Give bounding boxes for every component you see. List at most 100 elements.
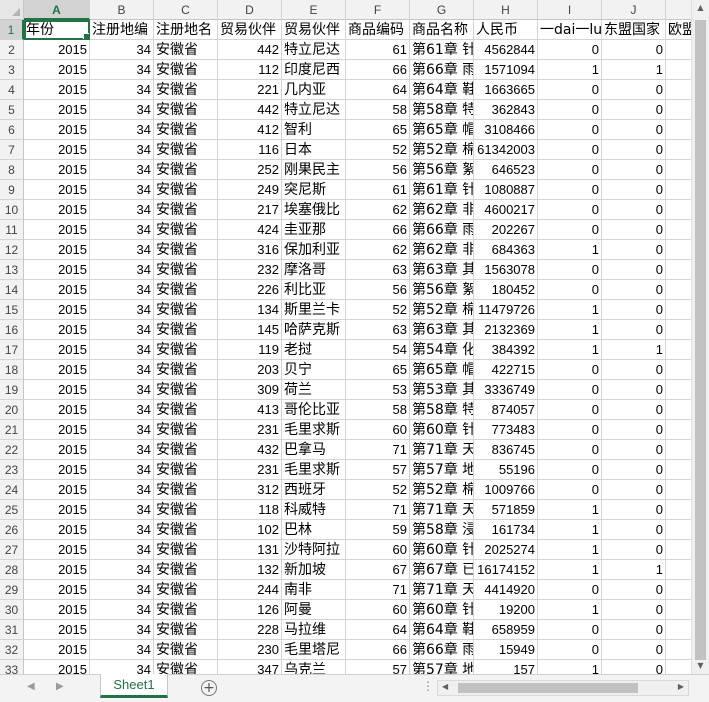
cell[interactable] [666, 320, 691, 340]
cell[interactable]: 2015 [24, 320, 90, 340]
cell[interactable]: 66 [346, 640, 410, 660]
cell[interactable]: 2015 [24, 180, 90, 200]
scroll-up-icon[interactable]: ▲ [692, 0, 709, 16]
cell[interactable]: 科威特 [282, 500, 346, 520]
cell[interactable]: 2015 [24, 440, 90, 460]
horizontal-scrollbar[interactable]: ◀ ▶ [437, 680, 689, 696]
cell[interactable]: 0 [538, 100, 602, 120]
cell[interactable]: 0 [538, 140, 602, 160]
row-header[interactable]: 16 [0, 320, 24, 340]
cell[interactable]: 52 [346, 140, 410, 160]
cell[interactable]: 58 [346, 100, 410, 120]
cell[interactable]: 安徽省 [154, 480, 218, 500]
column-header-g[interactable]: G [410, 0, 474, 20]
cell[interactable]: 第66章 雨 [410, 60, 474, 80]
cell[interactable]: 第58章 特 [410, 100, 474, 120]
cell[interactable]: 第66章 雨 [410, 640, 474, 660]
cell[interactable] [666, 140, 691, 160]
cell[interactable]: 第62章 非 [410, 240, 474, 260]
cell[interactable] [666, 240, 691, 260]
scroll-right-icon[interactable]: ▶ [678, 682, 684, 691]
cell[interactable]: 第54章 化 [410, 340, 474, 360]
cell[interactable]: 63 [346, 320, 410, 340]
cell[interactable]: 11479726 [474, 300, 538, 320]
cell[interactable] [666, 360, 691, 380]
cell[interactable]: 347 [218, 660, 282, 674]
cell[interactable]: 新加坡 [282, 560, 346, 580]
row-header[interactable]: 32 [0, 640, 24, 660]
row-header[interactable]: 21 [0, 420, 24, 440]
cell[interactable]: 34 [90, 320, 154, 340]
cell[interactable]: 年份 [24, 20, 90, 40]
cell[interactable]: 1 [538, 240, 602, 260]
cell[interactable]: 422715 [474, 360, 538, 380]
cell[interactable]: 62 [346, 200, 410, 220]
cell[interactable]: 乌克兰 [282, 660, 346, 674]
cell[interactable]: 注册地编 [90, 20, 154, 40]
cell[interactable]: 安徽省 [154, 420, 218, 440]
cell[interactable]: 34 [90, 220, 154, 240]
cell[interactable]: 2025274 [474, 540, 538, 560]
cell[interactable]: 1 [538, 320, 602, 340]
cell[interactable]: 571859 [474, 500, 538, 520]
cell[interactable]: 63 [346, 260, 410, 280]
cell[interactable]: 特立尼达 [282, 40, 346, 60]
cell[interactable]: 安徽省 [154, 540, 218, 560]
cell[interactable]: 34 [90, 200, 154, 220]
cell[interactable]: 第56章 絮 [410, 280, 474, 300]
cell[interactable]: 第61章 针 [410, 40, 474, 60]
cell[interactable]: 2015 [24, 260, 90, 280]
cell[interactable]: 第65章 帽 [410, 360, 474, 380]
cell[interactable]: 毛里求斯 [282, 420, 346, 440]
next-sheet-icon[interactable]: ▶ [56, 681, 64, 692]
cell[interactable]: 217 [218, 200, 282, 220]
cell[interactable]: 东盟国家 [602, 20, 666, 40]
cell[interactable]: 0 [538, 360, 602, 380]
cell[interactable]: 0 [602, 220, 666, 240]
cell[interactable]: 安徽省 [154, 660, 218, 674]
cell[interactable] [666, 220, 691, 240]
row-header[interactable]: 15 [0, 300, 24, 320]
cell[interactable]: 0 [602, 260, 666, 280]
cell[interactable]: 0 [538, 200, 602, 220]
cell[interactable]: 0 [602, 440, 666, 460]
cell[interactable] [666, 260, 691, 280]
cell[interactable]: 几内亚 [282, 80, 346, 100]
cell[interactable]: 商品名称 [410, 20, 474, 40]
cell[interactable]: 2015 [24, 380, 90, 400]
cell[interactable]: 2015 [24, 460, 90, 480]
cell[interactable]: 第65章 帽 [410, 120, 474, 140]
cell[interactable]: 53 [346, 380, 410, 400]
cell[interactable]: 2015 [24, 640, 90, 660]
cell[interactable]: 安徽省 [154, 500, 218, 520]
cell[interactable]: 第52章 棉 [410, 480, 474, 500]
cell[interactable]: 34 [90, 580, 154, 600]
cell[interactable]: 64 [346, 620, 410, 640]
cell[interactable]: 34 [90, 40, 154, 60]
cell[interactable]: 印度尼西 [282, 60, 346, 80]
cell[interactable]: 0 [602, 600, 666, 620]
cell[interactable]: 0 [538, 580, 602, 600]
cell[interactable]: 2015 [24, 540, 90, 560]
cell[interactable]: 安徽省 [154, 40, 218, 60]
cell[interactable]: 安徽省 [154, 80, 218, 100]
row-header[interactable]: 10 [0, 200, 24, 220]
cell[interactable]: 0 [602, 180, 666, 200]
cell[interactable]: 贝宁 [282, 360, 346, 380]
cell[interactable]: 34 [90, 180, 154, 200]
column-header-k[interactable] [666, 0, 691, 20]
cell[interactable]: 摩洛哥 [282, 260, 346, 280]
cell[interactable]: 1 [602, 560, 666, 580]
cell[interactable]: 第60章 针 [410, 540, 474, 560]
cell[interactable]: 57 [346, 660, 410, 674]
cell[interactable]: 刚果民主 [282, 160, 346, 180]
cell[interactable]: 特立尼达 [282, 100, 346, 120]
cell[interactable]: 2132369 [474, 320, 538, 340]
row-header[interactable]: 23 [0, 460, 24, 480]
cell[interactable]: 0 [602, 300, 666, 320]
cell[interactable]: 66 [346, 60, 410, 80]
cell[interactable]: 2015 [24, 340, 90, 360]
cell[interactable]: 安徽省 [154, 240, 218, 260]
cell[interactable]: 老挝 [282, 340, 346, 360]
cell[interactable]: 34 [90, 600, 154, 620]
